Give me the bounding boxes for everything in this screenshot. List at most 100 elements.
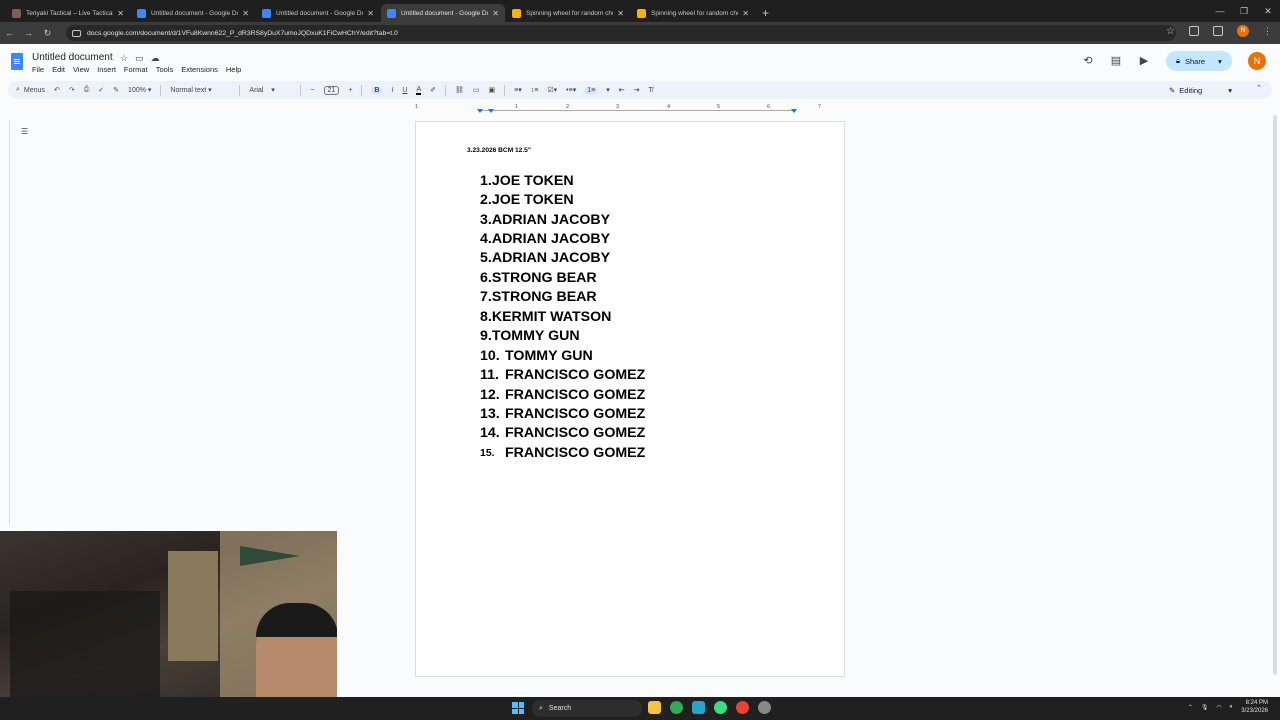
decrease-font-size-icon[interactable]: − <box>310 87 314 94</box>
document-page[interactable]: 3.23.2026 BCM 12.5" 1. JOE TOKEN 2. JOE TOK… <box>415 121 845 677</box>
highlight-icon[interactable]: ✐ <box>430 86 436 94</box>
meet-icon[interactable]: ▶ <box>1138 55 1150 67</box>
volume-icon[interactable]: 🔈︎ <box>1230 704 1234 711</box>
menu-tools[interactable]: Tools <box>156 65 174 74</box>
clear-formatting-icon[interactable]: T̸ <box>648 87 652 94</box>
chrome-icon[interactable] <box>670 701 683 714</box>
chevron-down-icon[interactable]: ▾ <box>1218 57 1222 66</box>
document-heading[interactable]: 3.23.2026 BCM 12.5" <box>467 147 531 154</box>
version-history-icon[interactable]: ⟲ <box>1082 55 1094 67</box>
indent-marker[interactable] <box>488 109 494 113</box>
docs-logo-icon[interactable] <box>11 53 23 70</box>
star-icon[interactable]: ☆ <box>120 53 128 64</box>
close-tab-icon[interactable]: ✕ <box>242 9 249 18</box>
browser-tab[interactable]: Untitled document - Google Docs ✕ <box>256 4 380 22</box>
list-item[interactable]: 11. FRANCISCO GOMEZ <box>480 365 645 384</box>
menu-view[interactable]: View <box>73 65 89 74</box>
comments-icon[interactable]: ▤ <box>1110 55 1122 67</box>
close-tab-icon[interactable]: ✕ <box>117 9 124 18</box>
list-item[interactable]: 6. STRONG BEAR <box>480 268 645 287</box>
scrollbar[interactable] <box>1273 115 1277 675</box>
app-icon[interactable] <box>758 701 771 714</box>
list-item[interactable]: 3. ADRIAN JACOBY <box>480 210 645 229</box>
app-icon[interactable] <box>714 701 727 714</box>
decrease-indent-icon[interactable]: ⇤ <box>619 86 625 94</box>
list-item[interactable]: 4. ADRIAN JACOBY <box>480 229 645 248</box>
list-item[interactable]: 9. TOMMY GUN <box>480 327 645 346</box>
cloud-status-icon[interactable]: ☁ <box>151 53 160 64</box>
app-icon[interactable] <box>692 701 705 714</box>
list-item[interactable]: 13. FRANCISCO GOMEZ <box>480 404 645 423</box>
account-avatar[interactable]: N <box>1248 52 1266 70</box>
browser-tab[interactable]: Spinning wheel for random choic... ✕ <box>631 4 755 22</box>
minimize-button[interactable]: — <box>1208 6 1232 16</box>
close-window-button[interactable]: ✕ <box>1256 6 1280 17</box>
browser-tab[interactable]: Teriyaki Tactical – Live Tactical We...✕ <box>6 4 130 22</box>
close-tab-icon[interactable]: ✕ <box>742 9 749 18</box>
menu-help[interactable]: Help <box>226 65 241 74</box>
numbered-list-icon[interactable]: 1≡ <box>585 86 598 94</box>
file-explorer-icon[interactable] <box>648 701 661 714</box>
increase-font-size-icon[interactable]: + <box>348 87 352 94</box>
browser-tab[interactable]: Untitled document - Google Docs ✕ <box>381 4 505 22</box>
forward-icon[interactable]: → <box>19 28 38 38</box>
browser-profile-avatar[interactable]: N <box>1237 25 1249 37</box>
new-tab-button[interactable]: + <box>762 4 769 22</box>
spellcheck-icon[interactable]: ✓ <box>98 86 104 94</box>
font-select[interactable]: Arial ▾ <box>249 86 291 95</box>
chevron-down-icon[interactable]: ▾ <box>606 86 610 94</box>
vertical-ruler[interactable] <box>0 120 10 525</box>
underline-icon[interactable]: U <box>402 87 407 94</box>
list-item[interactable]: 14. FRANCISCO GOMEZ <box>480 424 645 443</box>
undo-icon[interactable]: ↶ <box>54 86 60 94</box>
close-tab-icon[interactable]: ✕ <box>617 9 624 18</box>
back-icon[interactable]: ← <box>0 28 19 38</box>
list-item[interactable]: 2. JOE TOKEN <box>480 190 645 209</box>
collapse-toolbar-icon[interactable]: ⌃ <box>1256 84 1262 92</box>
maximize-button[interactable]: ❐ <box>1232 6 1256 17</box>
paint-format-icon[interactable]: ✎ <box>113 86 119 94</box>
list-item[interactable]: 12. FRANCISCO GOMEZ <box>480 385 645 404</box>
print-icon[interactable]: ⎙ <box>84 86 90 94</box>
windows-start-icon[interactable] <box>512 702 524 714</box>
italic-icon[interactable]: I <box>391 87 393 94</box>
list-item[interactable]: 7. STRONG BEAR <box>480 288 645 307</box>
wifi-icon[interactable]: ◠ <box>1216 704 1221 711</box>
redo-icon[interactable]: ↷ <box>69 86 75 94</box>
bold-icon[interactable]: B <box>371 86 383 94</box>
increase-indent-icon[interactable]: ⇥ <box>634 86 640 94</box>
insert-link-icon[interactable]: ⛓ <box>455 86 464 94</box>
browser-tab[interactable]: Untitled document - Google Docs ✕ <box>131 4 255 22</box>
taskbar-clock[interactable]: 8:24 PM 3/23/2026 <box>1241 699 1268 715</box>
list-item[interactable]: 10. TOMMY GUN <box>480 346 645 365</box>
reload-icon[interactable]: ↻ <box>38 28 57 39</box>
zoom-select[interactable]: 100% ▾ <box>128 86 151 95</box>
numbered-list[interactable]: 1. JOE TOKEN 2. JOE TOKEN 3. ADRIAN JACOBY 4. A… <box>480 171 645 463</box>
share-button[interactable]: 🔒︎ Share ▾ <box>1166 51 1232 71</box>
taskbar-search[interactable]: ⌕ Search <box>532 700 642 717</box>
bookmark-star-icon[interactable]: ☆ <box>1166 26 1175 37</box>
text-color-icon[interactable]: A <box>416 86 422 95</box>
close-tab-icon[interactable]: ✕ <box>367 9 374 18</box>
document-outline-icon[interactable]: ☰ <box>21 127 28 136</box>
insert-image-icon[interactable]: ▣ <box>489 86 496 94</box>
extensions-icon[interactable] <box>1189 26 1199 36</box>
menu-format[interactable]: Format <box>124 65 148 74</box>
bulleted-list-icon[interactable]: •≡▾ <box>566 86 576 94</box>
menu-extensions[interactable]: Extensions <box>181 65 218 74</box>
menu-insert[interactable]: Insert <box>97 65 116 74</box>
align-icon[interactable]: ≡▾ <box>514 86 522 94</box>
style-select[interactable]: Normal text ▾ <box>170 86 230 95</box>
font-size-input[interactable]: 21 <box>323 85 340 95</box>
right-margin-marker[interactable] <box>791 109 797 113</box>
microphone-icon[interactable]: 🎙︎ <box>1201 704 1209 711</box>
checklist-icon[interactable]: ☑▾ <box>547 86 557 94</box>
editing-mode-select[interactable]: ✎ Editing ▾ <box>1169 81 1232 99</box>
document-title[interactable]: Untitled document <box>32 52 113 63</box>
sidebar-icon[interactable] <box>1213 26 1223 36</box>
menu-file[interactable]: File <box>32 65 44 74</box>
horizontal-ruler[interactable]: 1 1 2 3 4 5 6 7 <box>415 103 845 113</box>
tray-overflow-icon[interactable]: ⌃ <box>1188 704 1193 711</box>
chrome-icon[interactable] <box>736 701 749 714</box>
browser-tab[interactable]: Spinning wheel for random choic... ✕ <box>506 4 630 22</box>
